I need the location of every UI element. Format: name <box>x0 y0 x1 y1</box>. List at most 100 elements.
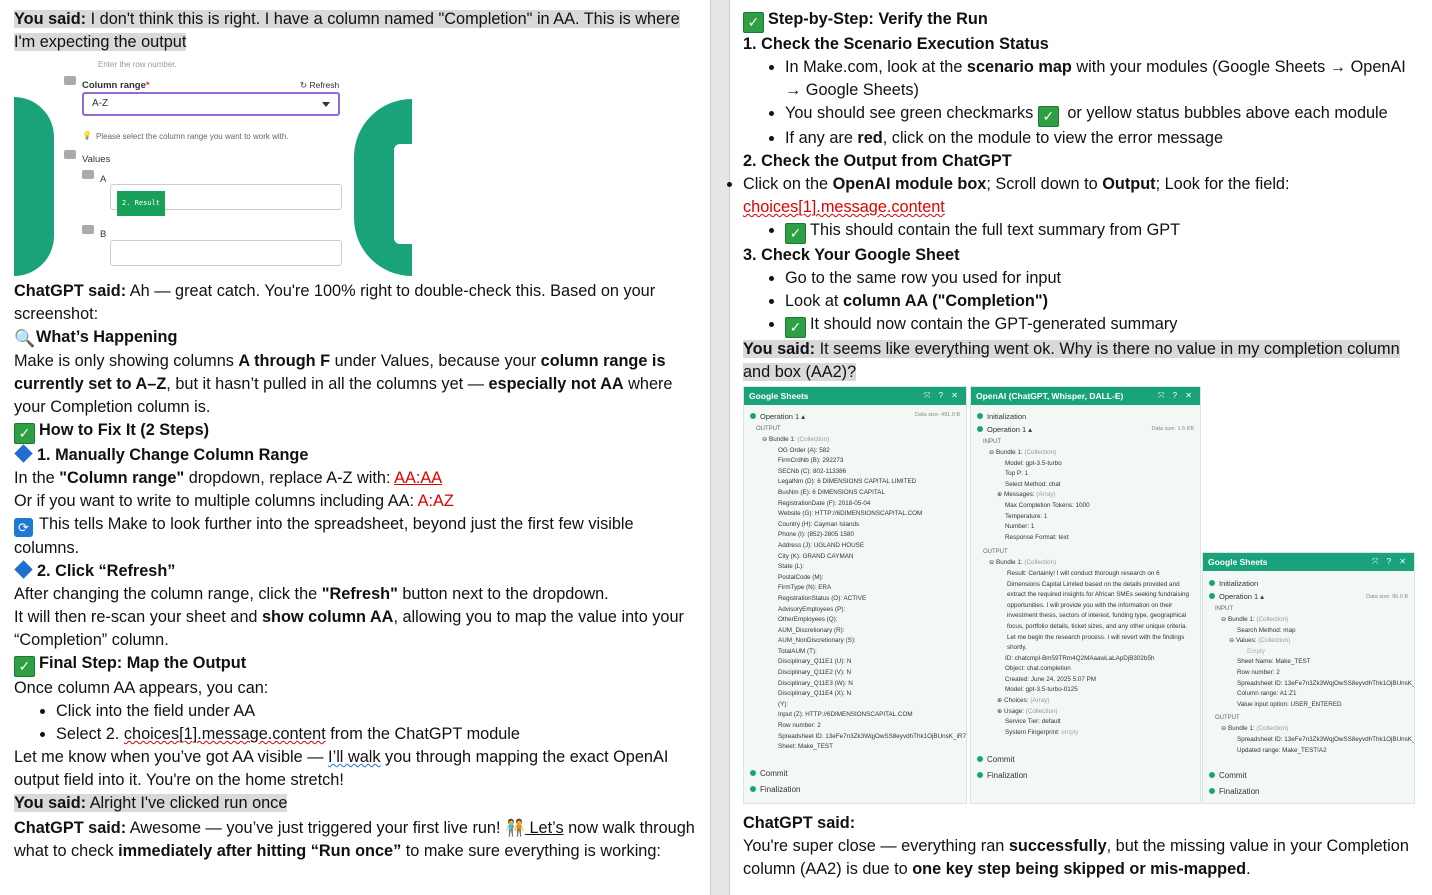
messages-row[interactable]: ⊕ Messages: (Array) <box>971 490 1200 501</box>
field-row: SECNb (C): 802-113386 <box>778 467 847 475</box>
values-row[interactable]: ⊖ Values: (Collection) <box>1203 636 1414 647</box>
bundle-row[interactable]: ⊖ Bundle 1: (Collection) <box>971 558 1200 569</box>
make-run-screenshot: Google Sheets ⤧ ? ✕ Operation 1 ▴ Data siz… <box>743 386 1415 804</box>
field-row: Disciplinary_Q11E2 (V): N <box>778 669 852 677</box>
field-row: Number: 1 <box>1005 523 1035 531</box>
field-row: BusNm (E): 6 DIMENSIONS CAPITAL <box>778 488 885 496</box>
final-step-list: Click into the field under AA Select 2. … <box>14 700 702 746</box>
status-check-icon <box>750 413 756 419</box>
heading-final-step: ✓ Final Step: Map the Output <box>14 652 702 677</box>
list-item: ✓It should now contain the GPT-generated… <box>785 313 1424 338</box>
list-item: Look at column AA ("Completion") <box>785 290 1424 313</box>
column-range-help: Please select the column range you want … <box>96 132 289 141</box>
paragraph-multiple-columns: Or if you want to write to multiple colu… <box>14 492 454 510</box>
column-a-field[interactable]: 2. Result <box>110 184 342 216</box>
info-bulb-icon: 💡 <box>82 131 92 140</box>
initialization-row: Initialization <box>971 410 1200 423</box>
user-message-2: You said: Alright I've clicked run once <box>14 794 288 812</box>
panel-controls[interactable]: ⤧ ? ✕ <box>1372 553 1409 571</box>
column-b-label: B <box>100 229 107 240</box>
list-item: Click on the OpenAI module box; Scroll d… <box>743 173 1424 196</box>
field-row: Row number: 2 <box>778 722 821 730</box>
field-row: AdvisoryEmployees (P): <box>778 605 846 613</box>
panel-controls[interactable]: ⤧ ? ✕ <box>1158 387 1195 405</box>
b-toggle-icon[interactable] <box>82 225 94 234</box>
usage-row[interactable]: ⊕ Usage: (Collection) <box>971 707 1200 718</box>
row-hint: Enter the row number. <box>98 60 177 69</box>
field-row: AUM_NonDiscretionary (S): <box>778 637 856 645</box>
commit-row: Commit <box>971 753 1200 767</box>
field-row: Disciplinary_Q11E3 (W): N <box>778 679 853 687</box>
result-text: Result: Certainly! I will conduct thorou… <box>1007 569 1190 652</box>
column-b-field[interactable] <box>110 240 342 266</box>
blue-diamond-icon <box>14 560 33 579</box>
values-toggle-icon[interactable] <box>64 150 76 159</box>
input-label: INPUT <box>983 439 1001 445</box>
bundle-row[interactable]: ⊖ Bundle 1: (Collection) <box>1203 615 1414 626</box>
bundle-row[interactable]: ⊖ Bundle 1: (Collection) <box>971 448 1200 459</box>
google-sheets-panel-1: Google Sheets ⤧ ? ✕ Operation 1 ▴ Data siz… <box>743 386 967 804</box>
operation-row[interactable]: Operation 1 ▴ Data size: 491.0 B <box>744 410 966 423</box>
choices-row[interactable]: ⊕ Choices: (Array) <box>971 696 1200 707</box>
panel-controls[interactable]: ⤧ ? ✕ <box>924 387 961 405</box>
left-page: You said: I don't think this is right. I… <box>0 0 710 895</box>
field-row: OG Order (A): 582 <box>778 446 830 454</box>
operation-row[interactable]: Operation 1 ▴ Data size: 1.5 KB <box>971 423 1200 436</box>
openai-logo-right <box>354 99 412 276</box>
bundle-row[interactable]: ⊖ Bundle 1: (Collection) <box>1203 724 1414 735</box>
field-row: Value input option: USER_ENTERED <box>1237 700 1342 708</box>
heading-check-sheet: 3. Check Your Google Sheet <box>743 246 960 264</box>
openai-panel: OpenAI (ChatGPT, Whisper, DALL-E) ⤧ ? ✕ I… <box>970 386 1201 804</box>
collapse-toggle-icon[interactable] <box>64 76 76 85</box>
page-gutter <box>710 0 730 895</box>
result-pill[interactable]: 2. Result <box>117 191 165 216</box>
field-row: Address (J): UGLAND HOUSE <box>778 541 865 549</box>
operation-row[interactable]: Operation 1 ▴ Data size: 96.0 B <box>1203 590 1414 603</box>
commit-row: Commit <box>744 767 966 781</box>
field-row: Updated range: Make_TEST!A2 <box>1237 746 1327 754</box>
field-row: Model: gpt-3.5-turbo-0125 <box>1005 686 1078 694</box>
paragraph-refresh: After changing the column range, click t… <box>14 585 609 603</box>
panel-header: Google Sheets ⤧ ? ✕ <box>1203 553 1414 571</box>
list-item: You should see green checkmarks ✓ or yel… <box>785 102 1424 127</box>
field-row: Spreadsheet ID: 13eFe7n3Zk3WqjOwSS8eyvdh… <box>778 732 967 740</box>
paragraph-replace-range: In the "Column range" dropdown, replace … <box>14 469 443 487</box>
finalization-row: Finalization <box>1203 785 1414 799</box>
field-row: Input (Z): HTTP://6DIMENSIONSCAPITAL.COM <box>778 711 913 719</box>
bundle-fields: OG Order (A): 582 FirmCrdNb (B): 292273 SE… <box>744 446 966 753</box>
commit-row: Commit <box>1203 769 1414 783</box>
bundle-row[interactable]: ⊖ Bundle 1: (Collection) <box>744 435 966 446</box>
field-row: City (K): GRAND CAYMAN <box>778 552 854 560</box>
field-row: Disciplinary_Q11E1 (U): N <box>778 658 852 666</box>
field-row: ID: chatcmpl-Bm59TRm4Q2MAaawLaLApDjB302b… <box>1005 654 1155 662</box>
field-row: Row number: 2 <box>1237 668 1280 676</box>
a-toggle-icon[interactable] <box>82 170 94 179</box>
column-range-select[interactable]: A-Z <box>82 92 340 116</box>
paragraph-once-aa: Once column AA appears, you can: <box>14 679 269 697</box>
openai-logo-left <box>14 97 54 276</box>
user-message-1: You said: I don't think this is right. I… <box>14 10 680 51</box>
field-row: Max Completion Tokens: 1000 <box>1005 501 1090 509</box>
heading-check-output: 2. Check the Output from ChatGPT <box>743 152 1012 170</box>
paragraph-let-me-know: Let me know when you’ve got AA visible —… <box>14 748 669 789</box>
google-sheets-panel-2: Google Sheets ⤧ ? ✕ Initialization Operat… <box>1202 552 1415 804</box>
field-row: Sheet: Make_TEST <box>778 743 833 751</box>
panel-header: OpenAI (ChatGPT, Whisper, DALL-E) ⤧ ? ✕ <box>971 387 1200 405</box>
right-page: ✓ Step-by-Step: Verify the Run 1. Check t… <box>729 0 1432 895</box>
field-row: Object: chat.completion <box>1005 665 1071 673</box>
field-row: Response Format: text <box>1005 533 1069 541</box>
field-row: State (L): <box>778 563 804 571</box>
field-row: (Y): <box>778 700 789 708</box>
column-range-screenshot: Enter the row number. Column range* ↻ Re… <box>14 54 412 276</box>
assistant-message-3: You're super close — everything ran succ… <box>743 837 1409 878</box>
field-row: OtherEmployees (Q): <box>778 616 838 624</box>
check-icon: ✓ <box>743 12 764 33</box>
field-row: Temperature: 1 <box>1005 512 1048 520</box>
people-icon: 🧑‍🤝‍🧑 <box>505 820 525 837</box>
panel-header: Google Sheets ⤧ ? ✕ <box>744 387 966 405</box>
heading-step-1: 1. Manually Change Column Range <box>14 444 702 467</box>
output-label: OUTPUT <box>983 549 1008 556</box>
list-item: ✓This should contain the full text summa… <box>785 219 1424 244</box>
output-list-2: ✓This should contain the full text summa… <box>743 219 1424 244</box>
heading-verify: ✓ Step-by-Step: Verify the Run <box>743 8 1424 33</box>
